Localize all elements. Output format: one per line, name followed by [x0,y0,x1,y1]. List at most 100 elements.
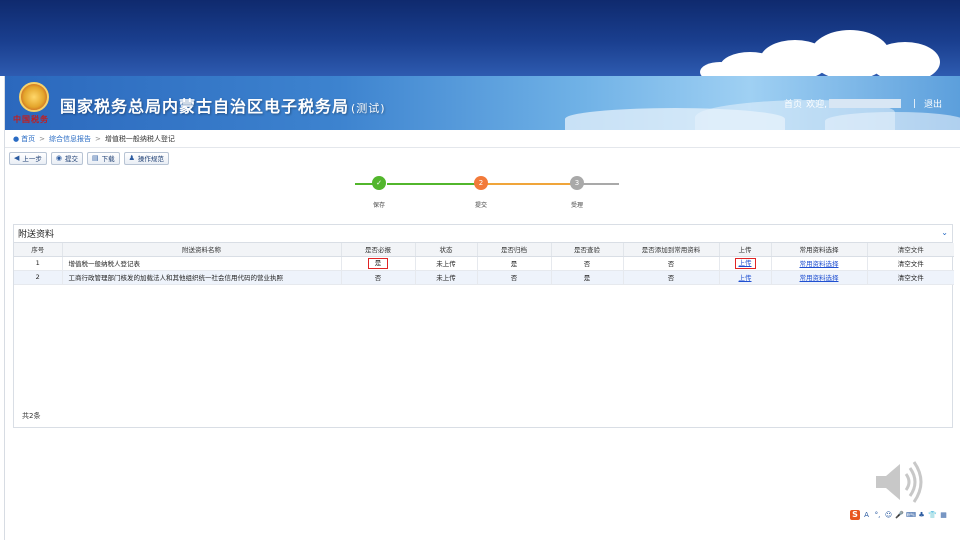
step-connector [487,183,571,185]
column-header: 是否添加到常用资料 [623,243,720,257]
ime-punct-icon[interactable]: °, [873,511,882,519]
cell-name: 工商行政管理部门核发的加载法人和其他组织统一社会信用代码的营业执照 [62,270,342,285]
column-header: 序号 [14,243,63,257]
header-user-area: 首页 欢迎, | 退出 [784,97,942,111]
breadcrumb-home[interactable]: 首页 [21,134,35,144]
column-header: 状态 [415,243,478,257]
table-row: 1 增值税一般纳税人登记表 是 未上传 是 否 否 上传 常用资料选择 清空文件 [14,256,954,271]
cell-status: 未上传 [415,270,478,285]
cell-verified: 否 [551,256,624,271]
upload-link[interactable]: 上传 [739,274,752,282]
cloud-shape [870,42,940,76]
column-header: 是否必报 [341,243,416,257]
header-separator: | [912,98,916,109]
download-label: 下载 [101,155,115,163]
attachments-panel-header: 附送资料 ⌄ [14,225,952,243]
cell-add-common: 否 [623,270,720,285]
cell-select-common: 常用资料选择 [771,270,868,285]
breadcrumb-current: 增值税一般纳税人登记 [104,134,175,143]
speaker-icon[interactable] [872,458,936,506]
slide-background-band [0,0,960,76]
chevron-left-icon: ◀ [14,154,20,162]
cloud-shape [700,62,740,76]
column-header: 附送资料名称 [62,243,342,257]
site-title-suffix: (测试) [351,102,386,115]
step-2-label: 提交 [474,202,487,209]
column-header: 清空文件 [867,243,954,257]
total-count: 共2条 [22,412,41,420]
ime-toolbar: S A °, ☺ 🎤 ⌨ ♣ 👕 ▦ [850,509,948,520]
select-common-link[interactable]: 常用资料选择 [800,260,839,268]
cell-clear[interactable]: 清空文件 [867,256,954,271]
table-header-row: 序号 附送资料名称 是否必报 状态 是否归档 是否查验 是否添加到常用资料 上传… [14,243,954,257]
cell-name: 增值税一般纳税人登记表 [62,256,342,271]
cell-clear[interactable]: 清空文件 [867,270,954,285]
cell-upload: 上传 [719,270,772,285]
download-icon: ▤ [92,154,99,162]
attachments-table: 序号 附送资料名称 是否必报 状态 是否归档 是否查验 是否添加到常用资料 上传… [14,243,954,285]
submit-label: 提交 [65,155,78,163]
prev-step-label: 上一步 [22,155,42,163]
home-link[interactable]: 首页 [784,97,802,110]
step-2-current-dot: 2 [474,176,488,190]
attachments-panel: 附送资料 ⌄ 序号 附送资料名称 是否必报 状态 是否归档 是否查验 是否添加到… [13,224,954,428]
ime-keyboard-icon[interactable]: ⌨ [906,511,916,519]
step-connector [387,183,475,185]
column-header: 是否归档 [477,243,552,257]
tax-emblem-icon [19,82,49,112]
progress-steps: ✓ 2 3 保存 提交 受理 [5,168,960,218]
emblem-caption: 中国税务 [13,114,49,124]
breadcrumb-separator: > [39,134,45,143]
people-icon: ♟ [128,154,135,162]
site-title: 国家税务总局内蒙古自治区电子税务局 (测试) [60,93,386,117]
cell-no: 2 [14,270,63,285]
portal-window: 中国税务 国家税务总局内蒙古自治区电子税务局 (测试) 首页 欢迎, | 退出 ●… [4,76,960,540]
masked-username [828,99,901,108]
cell-select-common: 常用资料选择 [771,256,868,271]
required-highlight-box: 是 [367,257,389,269]
upload-link[interactable]: 上传 [734,257,756,269]
cell-add-common: 否 [623,256,720,271]
site-title-text: 国家税务总局内蒙古自治区电子税务局 [60,97,350,116]
sogou-logo-icon[interactable]: S [850,509,860,520]
cell-archived: 否 [477,270,552,285]
download-button[interactable]: ▤ 下载 [87,151,120,165]
step-3-label: 受理 [570,202,583,209]
ime-mic-icon[interactable]: 🎤 [895,511,904,519]
cell-required: 是 [341,256,416,271]
breadcrumb-separator: > [94,134,101,143]
column-header: 是否查验 [551,243,624,257]
cell-archived: 是 [477,256,552,271]
breadcrumb: ● 首页 > 综合信息报告 > 增值税一般纳税人登记 [5,130,960,148]
step-1-done-icon: ✓ [372,176,386,190]
check-circle-icon: ◉ [55,154,62,162]
cell-verified: 是 [551,270,624,285]
column-header: 常用资料选择 [771,243,868,257]
logout-link[interactable]: 退出 [924,97,942,110]
breadcrumb-level1[interactable]: 综合信息报告 [49,134,91,144]
select-common-link[interactable]: 常用资料选择 [800,274,839,282]
step-1-label: 保存 [372,202,385,209]
ime-shirt-icon[interactable]: 👕 [928,511,937,519]
ime-tools-icon[interactable]: ▦ [939,511,948,519]
submit-button[interactable]: ◉ 提交 [50,151,83,165]
guide-label: 操作规范 [137,155,164,163]
mountain-shape [825,112,960,130]
guide-button[interactable]: ♟ 操作规范 [123,151,169,165]
welcome-text: 欢迎, [806,100,827,110]
ime-emoji-icon[interactable]: ☺ [884,511,893,519]
column-header: 上传 [719,243,772,257]
chevron-down-icon[interactable]: ⌄ [941,228,948,237]
toolbar: ◀ 上一步 ◉ 提交 ▤ 下载 ♟ 操作规范 [5,148,960,168]
step-3-pending-dot: 3 [570,176,584,190]
cell-required: 否 [341,270,416,285]
table-row: 2 工商行政管理部门核发的加载法人和其他组织统一社会信用代码的营业执照 否 未上… [14,270,954,285]
prev-step-button[interactable]: ◀ 上一步 [9,151,47,165]
cell-status: 未上传 [415,256,478,271]
ime-skin-icon[interactable]: ♣ [917,511,926,519]
cell-no: 1 [14,256,63,271]
site-header: 中国税务 国家税务总局内蒙古自治区电子税务局 (测试) 首页 欢迎, | 退出 [5,76,960,130]
attachments-title: 附送资料 [18,230,55,240]
ime-lang-icon[interactable]: A [862,511,871,519]
cell-upload: 上传 [719,256,772,271]
